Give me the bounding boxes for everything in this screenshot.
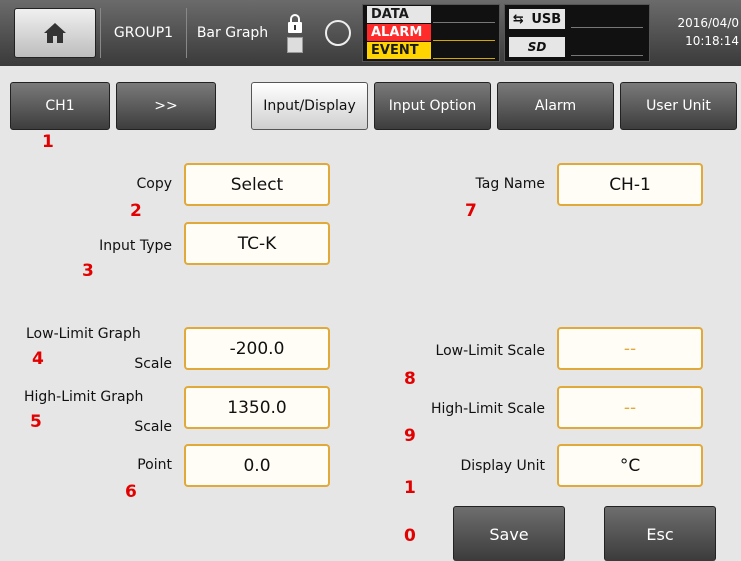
- save-button[interactable]: Save: [453, 506, 565, 561]
- tag-name-field[interactable]: CH-1: [557, 163, 703, 206]
- point-label: Point: [137, 457, 172, 473]
- time-text: 10:18:14: [685, 34, 739, 48]
- usb-meter: [571, 11, 643, 28]
- annotation-10-digit-0: 0: [404, 526, 416, 546]
- tab-input-display[interactable]: Input/Display: [251, 82, 368, 130]
- usb-indicator: ⇆ USB: [509, 9, 565, 29]
- storage-status-panel: ⇆ USB SD: [504, 4, 650, 62]
- annotation-1: 1: [42, 132, 54, 152]
- tab-input-option[interactable]: Input Option: [374, 82, 491, 130]
- data-meter: [433, 8, 495, 23]
- esc-button[interactable]: Esc: [604, 506, 716, 561]
- home-icon: [44, 23, 66, 43]
- low-limit-graph-label: Low-Limit Graph: [26, 326, 141, 342]
- alarm-meter: [433, 26, 495, 41]
- low-limit-graph-scale-field[interactable]: -200.0: [184, 327, 330, 370]
- alarm-status-label: ALARM: [367, 24, 431, 41]
- usb-icon: ⇆: [512, 11, 524, 27]
- input-type-field[interactable]: TC-K: [184, 222, 330, 265]
- annotation-6: 6: [125, 482, 137, 502]
- tab-user-unit[interactable]: User Unit: [620, 82, 737, 130]
- annotation-7: 7: [465, 201, 477, 221]
- input-type-label: Input Type: [99, 238, 172, 254]
- circle-icon[interactable]: [318, 8, 358, 58]
- low-limit-scale-label: Low-Limit Scale: [435, 343, 545, 359]
- annotation-3: 3: [82, 261, 94, 281]
- home-button[interactable]: [14, 8, 96, 58]
- high-limit-scale-field[interactable]: --: [557, 386, 703, 429]
- display-unit-field[interactable]: °C: [557, 444, 703, 487]
- tab-alarm[interactable]: Alarm: [497, 82, 614, 130]
- sd-meter: [571, 39, 643, 56]
- lock-icon[interactable]: [280, 8, 310, 58]
- low-limit-scale-field[interactable]: --: [557, 327, 703, 370]
- high-limit-graph-scale-field[interactable]: 1350.0: [184, 386, 330, 429]
- annotation-4: 4: [32, 349, 44, 369]
- datetime-display: 2016/04/0 10:18:14: [652, 8, 741, 58]
- annotation-2: 2: [130, 201, 142, 221]
- annotation-9: 9: [404, 426, 416, 446]
- group-selector[interactable]: GROUP1: [100, 8, 186, 58]
- status-bar: GROUP1 Bar Graph DATA ALARM EVENT ⇆ USB …: [0, 0, 741, 66]
- channel-button[interactable]: CH1: [10, 82, 110, 130]
- copy-select-field[interactable]: Select: [184, 163, 330, 206]
- view-selector[interactable]: Bar Graph: [186, 8, 278, 58]
- data-status-label: DATA: [367, 6, 431, 23]
- record-status-panel: DATA ALARM EVENT: [362, 4, 500, 62]
- high-limit-scale-label: High-Limit Scale: [430, 401, 545, 417]
- event-status-label: EVENT: [367, 42, 431, 59]
- sd-card-icon: SD: [509, 37, 565, 57]
- tag-name-label: Tag Name: [475, 176, 545, 192]
- annotation-8: 8: [404, 369, 416, 389]
- date-text: 2016/04/0: [677, 16, 739, 30]
- annotation-10-digit-1: 1: [404, 478, 416, 498]
- event-meter: [433, 44, 495, 59]
- high-limit-graph-label: High-Limit Graph: [24, 389, 144, 405]
- display-unit-label: Display Unit: [460, 458, 545, 474]
- next-channel-button[interactable]: >>: [116, 82, 216, 130]
- annotation-5: 5: [30, 412, 42, 432]
- copy-label: Copy: [136, 176, 172, 192]
- point-field[interactable]: 0.0: [184, 444, 330, 487]
